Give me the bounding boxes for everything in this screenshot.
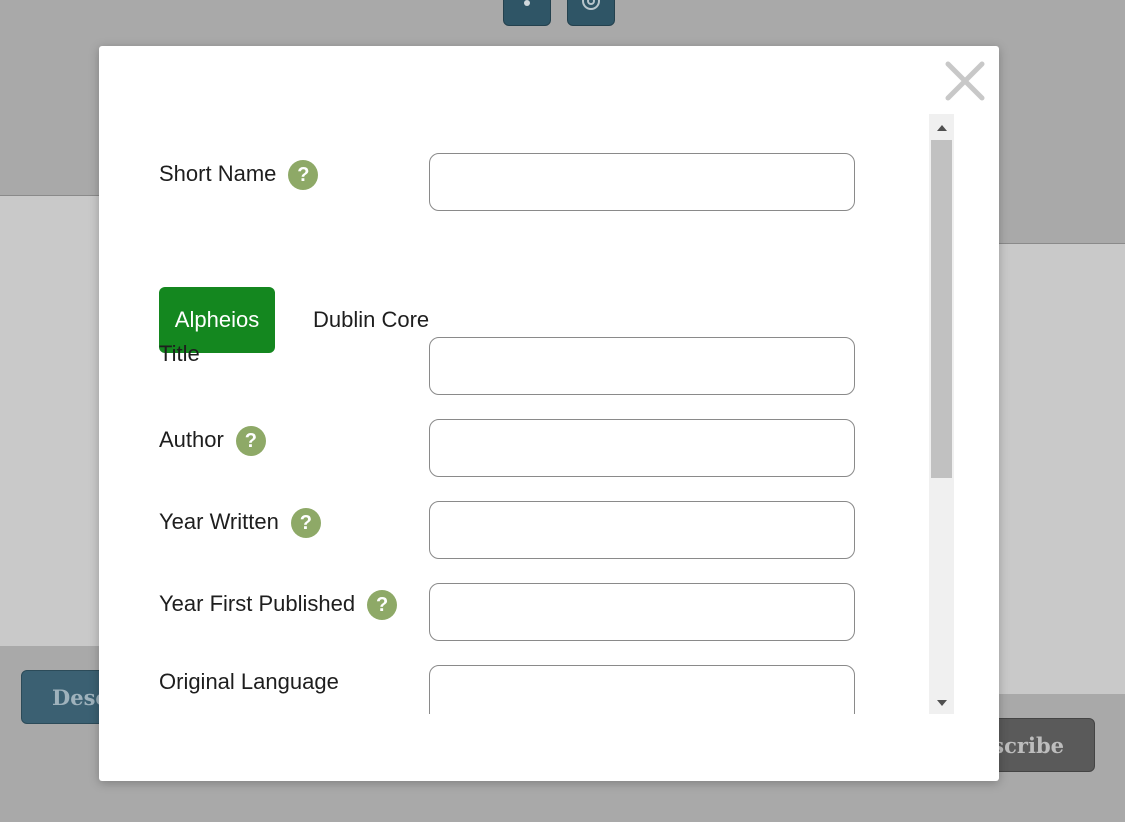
year-written-label-group: Year Written ? — [159, 505, 321, 538]
year-first-published-row: Year First Published ? — [159, 583, 859, 642]
author-input[interactable] — [429, 419, 855, 477]
year-first-published-label-group: Year First Published ? — [159, 587, 398, 620]
short-name-label-group: Short Name ? — [159, 157, 319, 190]
scrollbar-thumb[interactable] — [931, 140, 952, 478]
title-label-group: Title — [159, 341, 200, 367]
title-row: Title — [159, 337, 859, 396]
close-icon — [944, 61, 986, 106]
vertical-dots-icon — [523, 0, 531, 15]
original-language-label-group: Original Language — [159, 669, 339, 695]
original-language-input[interactable] — [429, 665, 855, 714]
title-input[interactable] — [429, 337, 855, 395]
scroll-up-button[interactable] — [929, 114, 954, 139]
year-written-label: Year Written — [159, 508, 279, 534]
year-written-row: Year Written ? — [159, 501, 859, 560]
author-label: Author — [159, 426, 224, 452]
modal-scrollbar[interactable] — [929, 114, 954, 714]
metadata-modal: Short Name ? Alpheios Dublin Core Title … — [99, 46, 999, 781]
year-first-published-input[interactable] — [429, 583, 855, 641]
triangle-down-icon — [936, 693, 947, 711]
settings-button[interactable] — [567, 0, 615, 26]
more-options-button[interactable] — [503, 0, 551, 26]
gear-icon — [578, 0, 604, 19]
scroll-down-button[interactable] — [929, 689, 954, 714]
short-name-input[interactable] — [429, 153, 855, 211]
modal-form[interactable]: Short Name ? Alpheios Dublin Core Title … — [159, 114, 929, 714]
original-language-label: Original Language — [159, 669, 339, 694]
help-icon[interactable]: ? — [235, 426, 266, 456]
author-label-group: Author ? — [159, 423, 266, 456]
help-icon[interactable]: ? — [288, 160, 319, 190]
year-first-published-label: Year First Published — [159, 590, 356, 616]
year-written-input[interactable] — [429, 501, 855, 559]
short-name-row: Short Name ? — [159, 153, 859, 212]
title-label: Title — [159, 341, 200, 366]
help-icon[interactable]: ? — [367, 590, 398, 620]
triangle-up-icon — [936, 118, 947, 136]
background-panel-left — [0, 195, 100, 646]
close-button[interactable] — [944, 60, 986, 102]
original-language-row: Original Language — [159, 665, 859, 714]
help-icon[interactable]: ? — [290, 508, 321, 538]
author-row: Author ? — [159, 419, 859, 478]
background-panel-right — [999, 243, 1125, 694]
short-name-label: Short Name — [159, 160, 277, 186]
